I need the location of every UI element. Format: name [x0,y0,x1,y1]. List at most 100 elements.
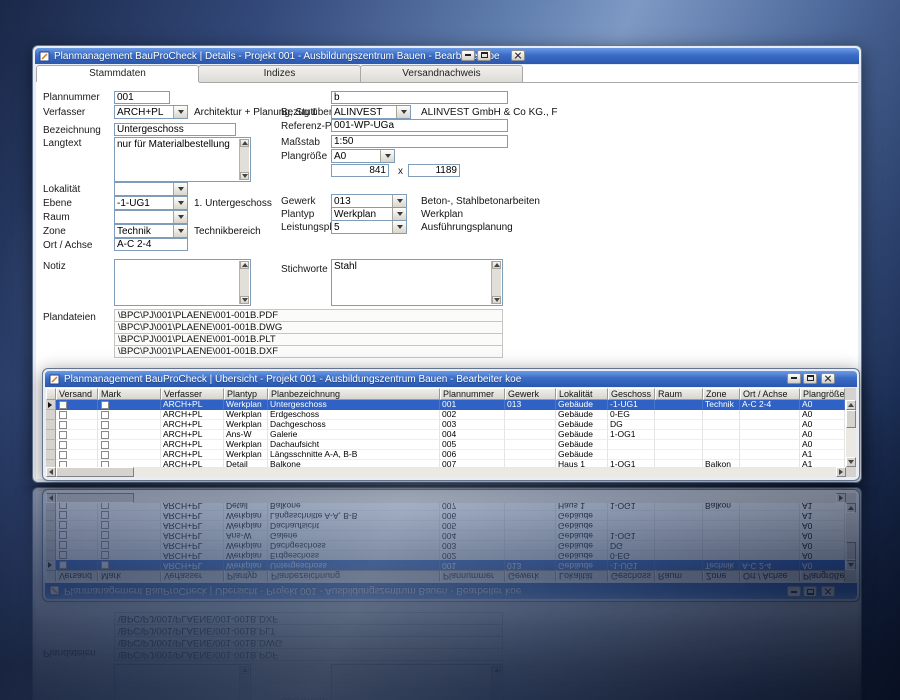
zone-select[interactable]: Technik [114,224,188,238]
column-header[interactable]: Zone [703,388,740,400]
dropdown-button[interactable] [173,183,187,195]
scroll-up-button[interactable] [492,261,501,269]
table-row[interactable]: ARCH+PL Werkplan Dachaufsicht 005 Gebäude A0 [46,440,846,450]
breite-input[interactable] [331,164,389,177]
plangroesse-select[interactable]: A0 [331,149,395,163]
notiz-textarea[interactable] [114,259,251,306]
scrollbar-thumb[interactable] [846,410,856,428]
scroll-right-button[interactable] [836,467,846,477]
tab-versandnachweis[interactable]: Versandnachweis [360,65,523,82]
scroll-down-button[interactable] [240,296,249,304]
dropdown-button[interactable] [392,221,406,233]
table-cell [703,430,740,440]
checkbox[interactable] [59,420,67,429]
scroll-left-button[interactable] [46,467,56,477]
plandatei-row[interactable]: \BPC\PJ\001\PLAENE\001-001B.DXF [114,345,503,358]
column-header[interactable]: Planbezeichnung [268,388,440,400]
checkbox[interactable] [59,450,67,459]
column-header[interactable]: Raum [655,388,703,400]
tab-stammdaten[interactable]: Stammdaten [36,65,199,82]
tab-indizes[interactable]: Indizes [198,65,361,82]
referenz-plannr-input[interactable] [331,119,508,132]
textarea-scrollbar[interactable] [239,139,249,180]
dropdown-button[interactable] [173,225,187,237]
scroll-down-button[interactable] [240,172,249,180]
leistungsphase-select[interactable]: 5 [331,220,407,234]
column-header[interactable]: Mark [98,388,161,400]
minimize-button[interactable] [461,50,475,61]
column-header[interactable]: Lokalität [556,388,608,400]
overview-titlebar[interactable]: Planmanagement BauProCheck | Übersicht -… [45,371,857,387]
column-header[interactable]: Ort / Achse [740,388,800,400]
dropdown-button[interactable] [392,195,406,207]
dropdown-button[interactable] [173,197,187,209]
checkbox[interactable] [101,410,109,419]
details-titlebar[interactable]: Planmanagement BauProCheck | Details - P… [35,48,859,64]
vertical-scrollbar[interactable] [846,400,856,467]
dropdown-button[interactable] [396,106,410,118]
table-cell: A0 [800,410,845,420]
dropdown-button[interactable] [173,211,187,223]
minimize-button[interactable] [787,373,801,384]
column-header[interactable]: Gewerk [505,388,556,400]
checkbox[interactable] [101,450,109,459]
lokalitaet-select[interactable] [114,182,188,196]
maximize-button[interactable] [477,50,491,61]
ebene-select[interactable]: -1-UG1 [114,196,188,210]
table-row[interactable]: ARCH+PL Detail Balkone 007 Haus 1 1-OG1 Balkon… [46,460,846,467]
close-button[interactable] [821,373,835,384]
checkbox[interactable] [101,400,109,409]
dropdown-button[interactable] [392,208,406,220]
column-header[interactable]: Verfasser [161,388,224,400]
table-row[interactable]: ARCH+PL Werkplan Dachgeschoss 003 Gebäude DG A… [46,420,846,430]
table-row[interactable]: ARCH+PL Ans-W Galerie 004 Gebäude 1-OG1 A0 [46,430,846,440]
massstab-input[interactable] [331,135,508,148]
textarea-scrollbar[interactable] [239,261,249,304]
checkbox[interactable] [59,410,67,419]
column-header[interactable]: Plantyp [224,388,268,400]
table-row[interactable]: ARCH+PL Werkplan Untergeschoss 001 013 Gebäud… [46,400,846,410]
minimize-icon [791,377,797,379]
plannummer-input[interactable] [114,91,170,104]
column-header[interactable]: Plangröße [800,388,845,400]
checkbox[interactable] [101,420,109,429]
table-row[interactable]: ARCH+PL Werkplan Erdgeschoss 002 Gebäude 0-EG… [46,410,846,420]
ort-achse-input[interactable] [114,238,188,251]
column-header[interactable]: Geschoss [608,388,655,400]
column-header[interactable]: Plannummer [440,388,505,400]
table-cell [505,410,556,420]
maximize-button[interactable] [803,373,817,384]
bezug-ueber-select[interactable]: ALINVEST [331,105,411,119]
zone-info: Technikbereich [194,226,261,237]
plantyp-select[interactable]: Werkplan [331,207,407,221]
dropdown-button[interactable] [173,106,187,118]
bezug-kurz-input[interactable] [331,91,508,104]
close-button[interactable] [511,50,525,61]
scroll-up-button[interactable] [240,139,249,147]
scrollbar-thumb[interactable] [56,467,134,477]
gewerk-select[interactable]: 013 [331,194,407,208]
horizontal-scrollbar[interactable] [46,467,846,477]
dropdown-button[interactable] [380,150,394,162]
scroll-down-button[interactable] [492,296,501,304]
stichworte-textarea[interactable]: Stahl [331,259,503,306]
checkbox[interactable] [59,400,67,409]
bezeichnung-input[interactable] [114,123,236,136]
column-header[interactable]: Versand [56,388,98,400]
scroll-up-button[interactable] [240,261,249,269]
table-cell: Gebäude [556,410,608,420]
scroll-up-button[interactable] [846,400,856,410]
verfasser-select[interactable]: ARCH+PL [114,105,188,119]
checkbox[interactable] [101,440,109,449]
scroll-down-button[interactable] [846,457,856,467]
langtext-textarea[interactable]: nur für Materialbestellung [114,137,251,182]
checkbox[interactable] [59,430,67,439]
hoehe-input[interactable] [408,164,460,177]
table-row[interactable]: ARCH+PL Werkplan Längsschnitte A-A, B-B 006… [46,450,846,460]
raum-select[interactable] [114,210,188,224]
table-cell: 005 [440,440,505,450]
checkbox[interactable] [101,430,109,439]
textarea-scrollbar[interactable] [491,261,501,304]
windows-stage: Planmanagement BauProCheck | Details - P… [0,0,900,485]
checkbox[interactable] [59,440,67,449]
